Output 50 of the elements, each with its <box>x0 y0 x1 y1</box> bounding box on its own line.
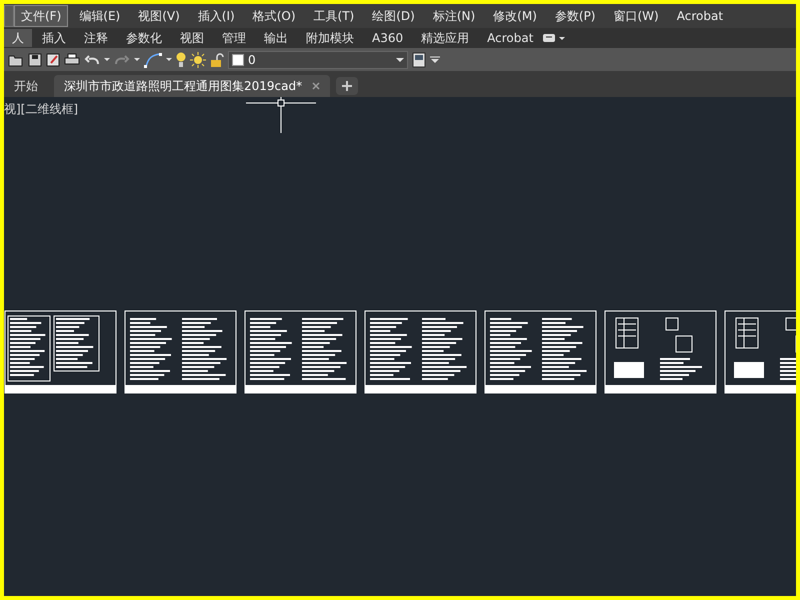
new-tab-button[interactable] <box>336 77 358 95</box>
layer-properties-icon[interactable] <box>412 52 426 68</box>
save-icon[interactable] <box>28 52 42 66</box>
light-bulb-icon[interactable] <box>176 52 186 68</box>
color-swatch-icon <box>232 54 244 66</box>
ribbon-tab[interactable]: 精选应用 <box>413 29 478 47</box>
viewport-label: 视][二维线框] <box>4 101 78 118</box>
menu-item[interactable]: 窗口(W) <box>606 5 666 27</box>
menu-item[interactable]: 编辑(E) <box>72 5 128 27</box>
layer-dropdown[interactable]: 0 <box>228 50 408 68</box>
menu-item[interactable]: 文件(F) <box>14 5 68 27</box>
padlock-icon[interactable] <box>210 52 224 66</box>
caret-icon[interactable] <box>166 58 172 61</box>
menu-item[interactable]: 格式(O) <box>246 5 303 27</box>
ribbon-tab[interactable]: 视图 <box>172 29 212 47</box>
caret-icon <box>396 58 404 62</box>
ribbon-tab[interactable]: A360 <box>364 29 412 47</box>
plus-icon <box>342 81 352 91</box>
ribbon-tab[interactable]: 附加模块 <box>298 29 362 47</box>
open-folder-icon[interactable] <box>8 52 24 66</box>
menu-item[interactable]: Acrobat <box>670 5 730 27</box>
print-icon[interactable] <box>64 52 80 66</box>
menu-item[interactable]: 修改(M) <box>486 5 544 27</box>
sun-icon[interactable] <box>190 52 206 68</box>
undo-icon[interactable] <box>84 54 100 66</box>
caret-icon[interactable] <box>134 58 140 61</box>
tab-label: 开始 <box>14 78 38 95</box>
save-as-icon[interactable] <box>46 52 60 66</box>
menu-item[interactable]: 工具(T) <box>306 5 362 27</box>
ribbon-tab[interactable]: 参数化 <box>118 29 170 47</box>
tab-label: 深圳市市政道路照明工程通用图集2019cad* <box>64 78 302 95</box>
layer-name: 0 <box>248 52 257 68</box>
menu-item[interactable]: 参数(P) <box>548 5 602 27</box>
ribbon-tab[interactable]: 注释 <box>76 29 116 47</box>
ribbon-tab[interactable]: 人 <box>4 29 32 47</box>
ribbon-tab[interactable]: Acrobat <box>479 29 542 47</box>
menu-item[interactable]: 标注(N) <box>426 5 482 27</box>
file-tab[interactable]: 深圳市市政道路照明工程通用图集2019cad* <box>54 75 330 97</box>
close-icon[interactable] <box>312 82 320 90</box>
caret-icon[interactable] <box>104 58 110 61</box>
ribbon-tab[interactable]: 插入 <box>34 29 74 47</box>
curve-icon[interactable] <box>144 52 162 68</box>
dropdown-icon[interactable] <box>543 33 566 43</box>
menu-item[interactable]: 插入(I) <box>190 5 242 27</box>
menu-item[interactable]: 视图(V) <box>131 5 187 27</box>
more-icon[interactable] <box>430 56 440 64</box>
menu-item[interactable]: 绘图(D) <box>365 5 422 27</box>
crosshair-cursor-icon <box>246 97 316 133</box>
ribbon-tab[interactable]: 管理 <box>214 29 254 47</box>
ribbon-tab[interactable]: 输出 <box>256 29 296 47</box>
